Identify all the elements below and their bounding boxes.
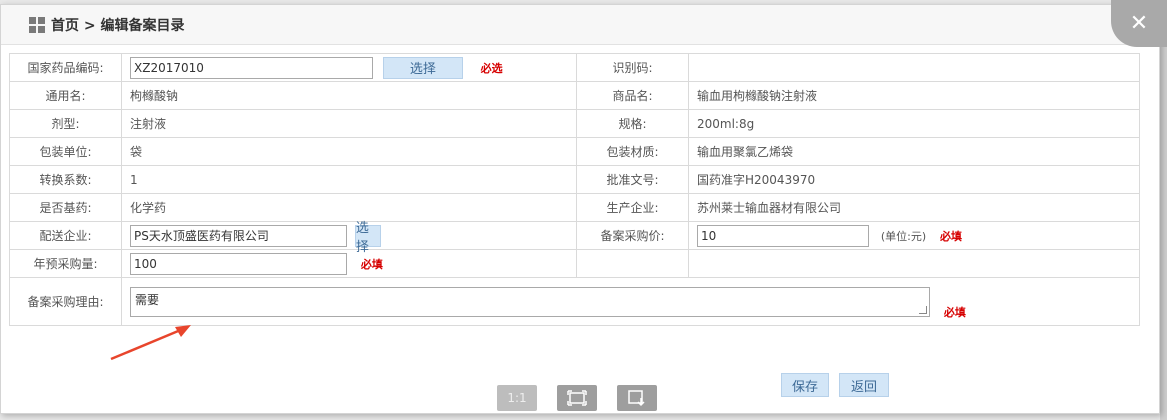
pack-material-value: 输血用聚氯乙烯袋	[688, 137, 1140, 166]
edit-dialog: 首页 > 编辑备案目录 国家药品编码: XZ2017010 选择 必选 识别码:…	[0, 0, 1167, 414]
download-image-icon	[628, 390, 645, 407]
trade-name-value: 输血用枸橼酸钠注射液	[688, 81, 1140, 110]
distributor-input[interactable]: PS天水顶盛医药有限公司	[130, 224, 347, 247]
spec-label: 规格:	[576, 109, 689, 138]
price-label: 备案采购价:	[576, 221, 689, 250]
conversion-label: 转换系数:	[9, 165, 122, 194]
approval-value: 国药准字H20043970	[688, 165, 1140, 194]
form-table: 国家药品编码: XZ2017010 选择 必选 识别码: 通用名: 枸橼酸钠 商…	[9, 53, 1140, 326]
drug-code-input[interactable]: XZ2017010	[130, 56, 373, 79]
essential-label: 是否基药:	[9, 193, 122, 222]
id-code-label: 识别码:	[576, 53, 689, 82]
fit-screen-icon	[567, 390, 587, 406]
essential-value: 化学药	[121, 193, 577, 222]
fit-screen-button[interactable]	[557, 385, 597, 411]
annual-label: 年预采购量:	[9, 249, 122, 278]
reason-text: 需要	[135, 292, 160, 307]
distributor-label: 配送企业:	[9, 221, 122, 250]
required-reason-label: 必填	[943, 305, 966, 319]
required-select-label: 必选	[480, 61, 503, 75]
dosage-form-label: 剂型:	[9, 109, 122, 138]
trade-name-label: 商品名:	[576, 81, 689, 110]
resize-handle[interactable]	[919, 305, 927, 314]
conversion-value: 1	[121, 165, 577, 194]
drug-code-label: 国家药品编码:	[9, 53, 122, 82]
background-edge	[1160, 0, 1167, 420]
price-unit: (单位:元)	[880, 229, 927, 243]
annual-input[interactable]: 100	[130, 252, 347, 275]
required-price-label: 必填	[939, 229, 962, 243]
generic-name-label: 通用名:	[9, 81, 122, 110]
page-title: 首页 > 编辑备案目录	[51, 17, 185, 34]
save-button[interactable]: 保存	[781, 373, 829, 397]
close-button[interactable]: ✕	[1111, 0, 1167, 47]
reason-label: 备案采购理由:	[9, 277, 122, 326]
required-annual-label: 必填	[360, 257, 383, 271]
generic-name-value: 枸橼酸钠	[121, 81, 577, 110]
dosage-form-value: 注射液	[121, 109, 577, 138]
actual-size-button[interactable]: 1:1	[497, 385, 537, 411]
reason-textarea[interactable]: 需要	[130, 286, 930, 317]
manufacturer-label: 生产企业:	[576, 193, 689, 222]
dialog-header: 首页 > 编辑备案目录	[1, 5, 1159, 45]
pack-unit-value: 袋	[121, 137, 577, 166]
approval-label: 批准文号:	[576, 165, 689, 194]
spec-value: 200ml:8g	[688, 109, 1140, 138]
drug-select-button[interactable]: 选择	[382, 56, 463, 79]
close-icon: ✕	[1129, 10, 1149, 36]
pack-unit-label: 包装单位:	[9, 137, 122, 166]
pack-material-label: 包装材质:	[576, 137, 689, 166]
download-button[interactable]	[617, 385, 657, 411]
back-button[interactable]: 返回	[839, 373, 889, 397]
manufacturer-value: 苏州莱士输血器材有限公司	[688, 193, 1140, 222]
price-input[interactable]: 10	[697, 224, 869, 247]
grid-icon	[29, 16, 45, 33]
distributor-select-button[interactable]: 选择	[354, 221, 381, 255]
annotation-arrow-icon	[110, 325, 191, 361]
id-code-value	[688, 53, 1140, 82]
